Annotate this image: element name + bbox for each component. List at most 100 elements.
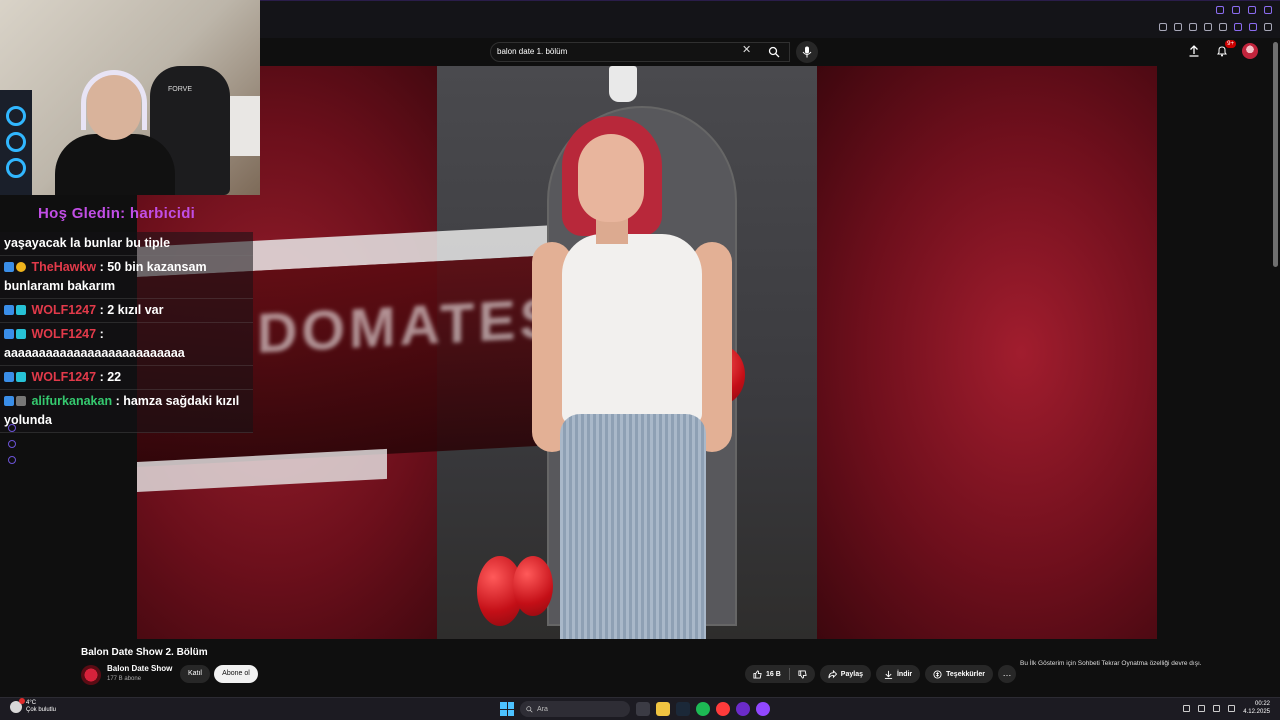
chat-text: : 2 kızıl var bbox=[99, 303, 164, 317]
task-view-icon[interactable] bbox=[636, 702, 650, 716]
chat-message: WOLF1247 : aaaaaaaaaaaaaaaaaaaaaaaaaa bbox=[0, 323, 253, 366]
chat-message: TheHawkw : 50 bin kazansam bunlaramı bak… bbox=[0, 256, 253, 299]
video-title: Balon Date Show 2. Bölüm bbox=[81, 647, 208, 658]
download-button[interactable]: İndir bbox=[875, 665, 921, 683]
date: 4.12.2025 bbox=[1243, 709, 1270, 715]
headset bbox=[81, 70, 147, 130]
rail-icon[interactable] bbox=[8, 456, 16, 464]
header-actions: 9+ bbox=[1186, 40, 1258, 59]
thanks-icon bbox=[933, 669, 942, 679]
ceiling-lamp bbox=[609, 66, 637, 102]
page-scrollbar[interactable] bbox=[1273, 42, 1278, 267]
chat-username[interactable]: TheHawkw bbox=[31, 260, 96, 274]
app-icon[interactable] bbox=[756, 702, 770, 716]
restore-icon[interactable] bbox=[1248, 6, 1256, 14]
extension-icon[interactable] bbox=[1174, 23, 1182, 31]
share-icon bbox=[828, 669, 837, 678]
search-icon[interactable] bbox=[1216, 6, 1224, 14]
chat-welcome-message: Hoş Gledin: harbicidi bbox=[38, 205, 196, 222]
speaker-icon[interactable] bbox=[1228, 704, 1236, 712]
badge-icon bbox=[4, 305, 14, 315]
shield-icon[interactable] bbox=[1189, 23, 1197, 31]
steam-icon[interactable] bbox=[676, 702, 690, 716]
extension-icon[interactable] bbox=[1159, 23, 1167, 31]
menu-icon[interactable] bbox=[1264, 23, 1272, 31]
video-actions: 16 B Paylaş İndir Teşekkürler … bbox=[745, 665, 1016, 683]
weather-desc: Çok bulutlu bbox=[26, 707, 57, 713]
taskbar-apps: Ara bbox=[500, 701, 770, 717]
badge-icon bbox=[16, 372, 26, 382]
download-icon[interactable] bbox=[1234, 23, 1242, 31]
close-icon[interactable]: ✕ bbox=[742, 43, 751, 56]
streamer bbox=[55, 70, 175, 195]
file-explorer-icon[interactable] bbox=[656, 702, 670, 716]
badge-icon bbox=[16, 262, 26, 272]
opera-icon[interactable] bbox=[736, 702, 750, 716]
heart-icon[interactable] bbox=[1219, 23, 1227, 31]
thumbs-down-icon bbox=[798, 669, 807, 679]
badge-icon bbox=[16, 329, 26, 339]
channel-avatar[interactable] bbox=[81, 665, 101, 685]
chat-message: yaşayacak la bunlar bu tiple bbox=[0, 232, 253, 256]
clock[interactable]: 00:22 4.12.2025 bbox=[1243, 700, 1270, 716]
like-dislike-group: 16 B bbox=[745, 665, 815, 683]
minimize-icon[interactable] bbox=[1232, 6, 1240, 14]
chat-message: WOLF1247 : 22 bbox=[0, 366, 253, 390]
chat-message: alifurkanakan : hamza sağdaki kızıl yolu… bbox=[0, 390, 253, 433]
window-controls[interactable] bbox=[1216, 6, 1272, 14]
wallet-icon[interactable] bbox=[1249, 23, 1257, 31]
badge-icon bbox=[4, 372, 14, 382]
join-button[interactable]: Katıl bbox=[180, 665, 210, 683]
dislike-button[interactable] bbox=[790, 665, 815, 683]
weather-temp: 4°C bbox=[26, 700, 37, 706]
chat-text: : 22 bbox=[99, 370, 122, 384]
time: 00:22 bbox=[1254, 701, 1270, 707]
badge-icon bbox=[16, 305, 26, 315]
mic-icon[interactable] bbox=[1198, 704, 1206, 712]
download-icon bbox=[884, 670, 893, 679]
like-button[interactable]: 16 B bbox=[745, 665, 789, 683]
thumbs-up-icon bbox=[753, 669, 762, 679]
close-icon[interactable] bbox=[1264, 6, 1272, 14]
taskbar-search[interactable]: Ara bbox=[520, 701, 630, 717]
pc-case bbox=[0, 90, 32, 195]
rail-icon[interactable] bbox=[8, 440, 16, 448]
taskbar: 4°C Çok bulutlu Ara 00:22 4.12.2025 bbox=[0, 697, 1280, 720]
video-frame-right bbox=[817, 66, 1157, 639]
network-icon[interactable] bbox=[1213, 704, 1221, 712]
chevron-up-icon[interactable] bbox=[1183, 704, 1191, 712]
video-info: Balon Date Show 2. Bölüm Balon Date Show… bbox=[0, 639, 1280, 697]
search-icon bbox=[526, 705, 533, 713]
streamer-webcam: FORVE bbox=[0, 0, 260, 195]
chat-username[interactable]: WOLF1247 bbox=[31, 370, 96, 384]
search-icon bbox=[768, 46, 780, 58]
chat-message: WOLF1247 : 2 kızıl var bbox=[0, 299, 253, 323]
mic-icon bbox=[802, 46, 812, 58]
youtube-header: balon date 1. bölüm ✕ 9+ bbox=[260, 38, 1280, 66]
system-tray: 00:22 4.12.2025 bbox=[1183, 700, 1270, 716]
browser-icon[interactable] bbox=[716, 702, 730, 716]
notification-badge: 9+ bbox=[1225, 40, 1236, 48]
channel-name[interactable]: Balon Date Show bbox=[107, 664, 172, 673]
chat-username[interactable]: WOLF1247 bbox=[31, 327, 96, 341]
spotify-icon[interactable] bbox=[696, 702, 710, 716]
upload-icon[interactable] bbox=[1186, 43, 1202, 59]
bell-icon[interactable]: 9+ bbox=[1214, 40, 1236, 59]
chat-username[interactable]: alifurkanakan bbox=[31, 394, 112, 408]
search-button[interactable] bbox=[760, 42, 788, 62]
video-player[interactable]: DOMATES bbox=[137, 66, 1157, 639]
play-icon[interactable] bbox=[1204, 23, 1212, 31]
voice-search-button[interactable] bbox=[796, 41, 818, 63]
windows-start-icon[interactable] bbox=[500, 702, 514, 716]
share-button[interactable]: Paylaş bbox=[819, 665, 871, 683]
chat-username[interactable]: WOLF1247 bbox=[31, 303, 96, 317]
thanks-button[interactable]: Teşekkürler bbox=[925, 665, 993, 683]
more-actions-button[interactable]: … bbox=[997, 665, 1016, 683]
extension-icons[interactable] bbox=[1159, 23, 1272, 31]
avatar[interactable] bbox=[1242, 43, 1258, 59]
chat-overlay: yaşayacak la bunlar bu tiple TheHawkw : … bbox=[0, 232, 253, 433]
rail-icon[interactable] bbox=[8, 424, 16, 432]
weather-widget[interactable]: 4°C Çok bulutlu bbox=[10, 698, 57, 714]
subscribe-button[interactable]: Abone ol bbox=[214, 665, 258, 683]
badge-icon bbox=[16, 396, 26, 406]
